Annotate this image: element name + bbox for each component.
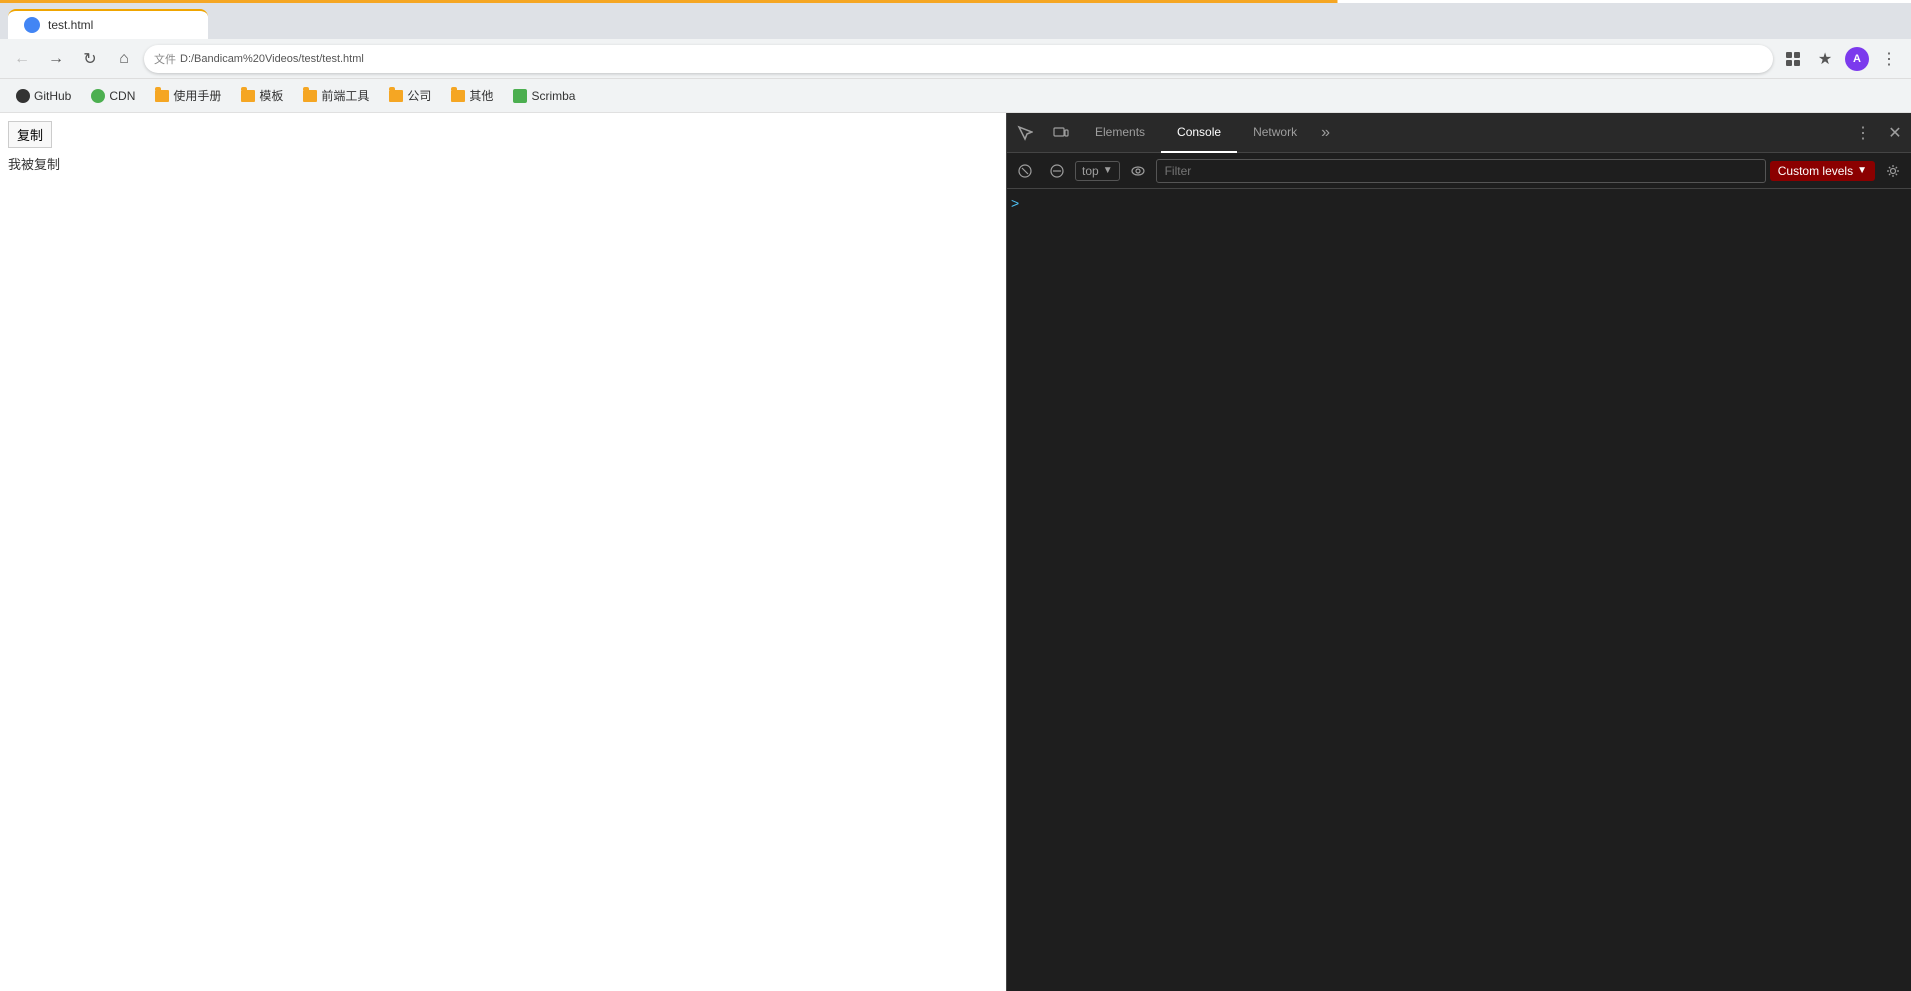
home-button[interactable]: ⌂ [110,45,138,73]
tab-favicon [24,17,40,33]
bookmark-template[interactable]: 模板 [233,83,291,108]
filter-box[interactable] [1156,159,1766,183]
console-settings-button[interactable] [1879,157,1907,185]
tab-title: test.html [48,18,93,32]
custom-levels-button[interactable]: Custom levels ▼ [1770,161,1875,181]
back-button[interactable]: ← [8,45,36,73]
bookmarks-bar: GitHub CDN 使用手册 模板 前端工具 公司 其他 Scrimba [0,79,1911,113]
inspect-element-button[interactable] [1007,113,1043,153]
github-favicon [16,89,30,103]
template-folder-icon [241,90,255,102]
other-folder-icon [451,90,465,102]
console-clear-button[interactable] [1011,157,1039,185]
bookmark-scrimba-label: Scrimba [531,89,575,103]
address-value: D:/Bandicam%20Videos/test/test.html [180,53,364,65]
devtools-panel: Elements Console Network » ⋮ ✕ [1006,113,1911,991]
bookmark-template-label: 模板 [259,87,283,104]
address-bar: ← → ↻ ⌂ 文件 D:/Bandicam%20Videos/test/tes… [0,39,1911,79]
console-context-selector[interactable]: top ▼ [1075,161,1120,181]
custom-levels-label: Custom levels [1778,164,1853,178]
bookmark-company-label: 公司 [407,87,431,104]
bookmark-other-label: 其他 [469,87,493,104]
active-tab[interactable]: test.html [8,9,208,39]
bookmark-github-label: GitHub [34,89,71,103]
menu-icon[interactable]: ⋮ [1875,45,1903,73]
tab-more-button[interactable]: » [1313,113,1338,153]
tab-elements[interactable]: Elements [1079,113,1161,153]
company-folder-icon [389,90,403,102]
console-toolbar: top ▼ Custom levels ▼ [1007,153,1911,189]
extension-icon[interactable] [1779,45,1807,73]
bookmark-frontend[interactable]: 前端工具 [295,83,377,108]
page-content: 复制 我被复制 [0,113,1006,991]
bookmark-star-icon[interactable]: ★ [1811,45,1839,73]
console-context-value: top [1082,164,1099,178]
toolbar-right: ★ A ⋮ [1779,45,1903,73]
bookmark-other[interactable]: 其他 [443,83,501,108]
console-caret-icon: > [1011,195,1019,211]
copy-button[interactable]: 复制 [8,121,52,148]
bookmark-manual[interactable]: 使用手册 [147,83,229,108]
tab-bar: test.html [0,3,1911,39]
reload-button[interactable]: ↻ [76,45,104,73]
devtools-more-options[interactable]: ⋮ [1847,113,1879,153]
browser-chrome: test.html ← → ↻ ⌂ 文件 D:/Bandicam%20Video… [0,0,1911,113]
console-block-button[interactable] [1043,157,1071,185]
bookmark-cdn[interactable]: CDN [83,85,143,107]
manual-folder-icon [155,90,169,102]
bookmark-scrimba[interactable]: Scrimba [505,85,583,107]
tab-console[interactable]: Console [1161,113,1237,153]
bookmark-cdn-label: CDN [109,89,135,103]
device-mode-button[interactable] [1043,113,1079,153]
custom-levels-caret: ▼ [1857,165,1867,176]
tab-network[interactable]: Network [1237,113,1313,153]
devtools-actions: ⋮ ✕ [1847,113,1911,153]
frontend-folder-icon [303,90,317,102]
profile-avatar: A [1845,47,1869,71]
devtools-close-button[interactable]: ✕ [1879,113,1911,153]
scrimba-favicon [513,89,527,103]
bookmark-frontend-label: 前端工具 [321,87,369,104]
bookmark-company[interactable]: 公司 [381,83,439,108]
devtools-tabs: Elements Console Network » [1079,113,1847,153]
console-content[interactable]: > [1007,189,1911,991]
bookmark-manual-label: 使用手册 [173,87,221,104]
console-prompt: > [1011,193,1019,211]
filter-input[interactable] [1165,164,1757,178]
bookmark-github[interactable]: GitHub [8,85,79,107]
cdn-favicon [91,89,105,103]
console-context-caret: ▼ [1103,165,1113,176]
main-area: 复制 我被复制 Elements Console [0,113,1911,991]
address-prefix: 文件 [154,51,176,67]
forward-button[interactable]: → [42,45,70,73]
copied-text-display: 我被复制 [8,154,998,173]
profile-button[interactable]: A [1843,45,1871,73]
devtools-toolbar: Elements Console Network » ⋮ ✕ [1007,113,1911,153]
console-eye-button[interactable] [1124,157,1152,185]
address-bar-field[interactable]: 文件 D:/Bandicam%20Videos/test/test.html [144,45,1773,73]
